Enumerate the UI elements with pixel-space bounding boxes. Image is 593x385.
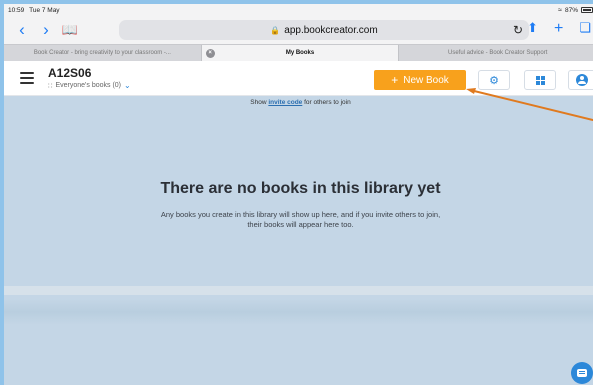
tab-book-creator[interactable]: Book Creator - bring creativity to your … [4,45,202,61]
battery-icon [581,7,593,13]
empty-state-title: There are no books in this library yet [160,180,441,197]
empty-state-description: Any books you create in this library wil… [160,210,441,230]
library-info: A12S06 ∷ Everyone's books (0) ⌄ [48,66,131,90]
tab-my-books[interactable]: × My Books [201,45,400,61]
invite-code-link[interactable]: invite code [268,99,302,106]
user-icon [576,74,588,86]
browser-toolbar: ‹ › 📖 🔒 app.bookcreator.com ↻ ⬆ + ❏ [4,16,593,44]
grid-icon [535,75,545,85]
back-button[interactable]: ‹ [10,20,34,40]
library-title: A12S06 [48,66,92,80]
app-header: A12S06 ∷ Everyone's books (0) ⌄ + New Bo… [4,61,593,96]
ios-status-bar: 10:59 Tue 7 May ≈ 87% [4,4,593,16]
close-tab-icon[interactable]: × [205,49,215,58]
tab-label: Book Creator - bring creativity to your … [33,50,171,56]
tab-label: Useful advice - Book Creator Support [447,50,548,56]
wifi-icon: ≈ [558,6,562,14]
date-text: Tue 7 May [29,6,60,14]
invite-notice: Show invite code for others to join [4,99,593,106]
chat-icon [577,369,587,377]
chevron-down-icon: ⌄ [124,81,131,90]
new-tab-icon[interactable]: + [554,20,563,38]
lock-icon: 🔒 [270,25,281,35]
plus-icon: + [391,73,399,87]
time-text: 10:59 [8,6,25,14]
tab-label: My Books [285,50,315,56]
share-icon[interactable]: ⬆ [527,20,538,38]
browser-tabs: Book Creator - bring creativity to your … [4,44,593,61]
invite-prefix: Show [250,99,269,106]
status-time: 10:59 Tue 7 May [8,7,60,14]
new-book-button[interactable]: + New Book [374,70,466,90]
address-bar[interactable]: 🔒 app.bookcreator.com ↻ [119,20,529,40]
library-content: Show invite code for others to join Ther… [4,96,593,286]
account-button[interactable] [568,70,593,90]
tab-useful-advice[interactable]: Useful advice - Book Creator Support [399,45,593,61]
settings-button[interactable]: ⚙ [478,70,510,90]
filter-label: Everyone's books (0) [55,82,122,89]
grid-view-button[interactable] [524,70,556,90]
new-book-label: New Book [403,74,449,86]
tabs-overview-icon[interactable]: ❏ [579,20,591,38]
reload-icon[interactable]: ↻ [513,23,523,37]
invite-suffix: for others to join [302,99,351,106]
section-divider [4,286,593,295]
library-filter[interactable]: ∷ Everyone's books (0) ⌄ [48,81,131,90]
shelf-band [4,299,593,325]
bookmarks-button[interactable]: 📖 [58,20,82,40]
battery-percent: 87% [564,6,578,14]
users-icon: ∷ [48,82,53,90]
menu-icon[interactable] [20,72,34,84]
chat-button[interactable] [571,362,593,384]
gear-icon: ⚙ [489,74,499,87]
forward-button[interactable]: › [34,20,58,40]
url-text: app.bookcreator.com [284,24,378,36]
